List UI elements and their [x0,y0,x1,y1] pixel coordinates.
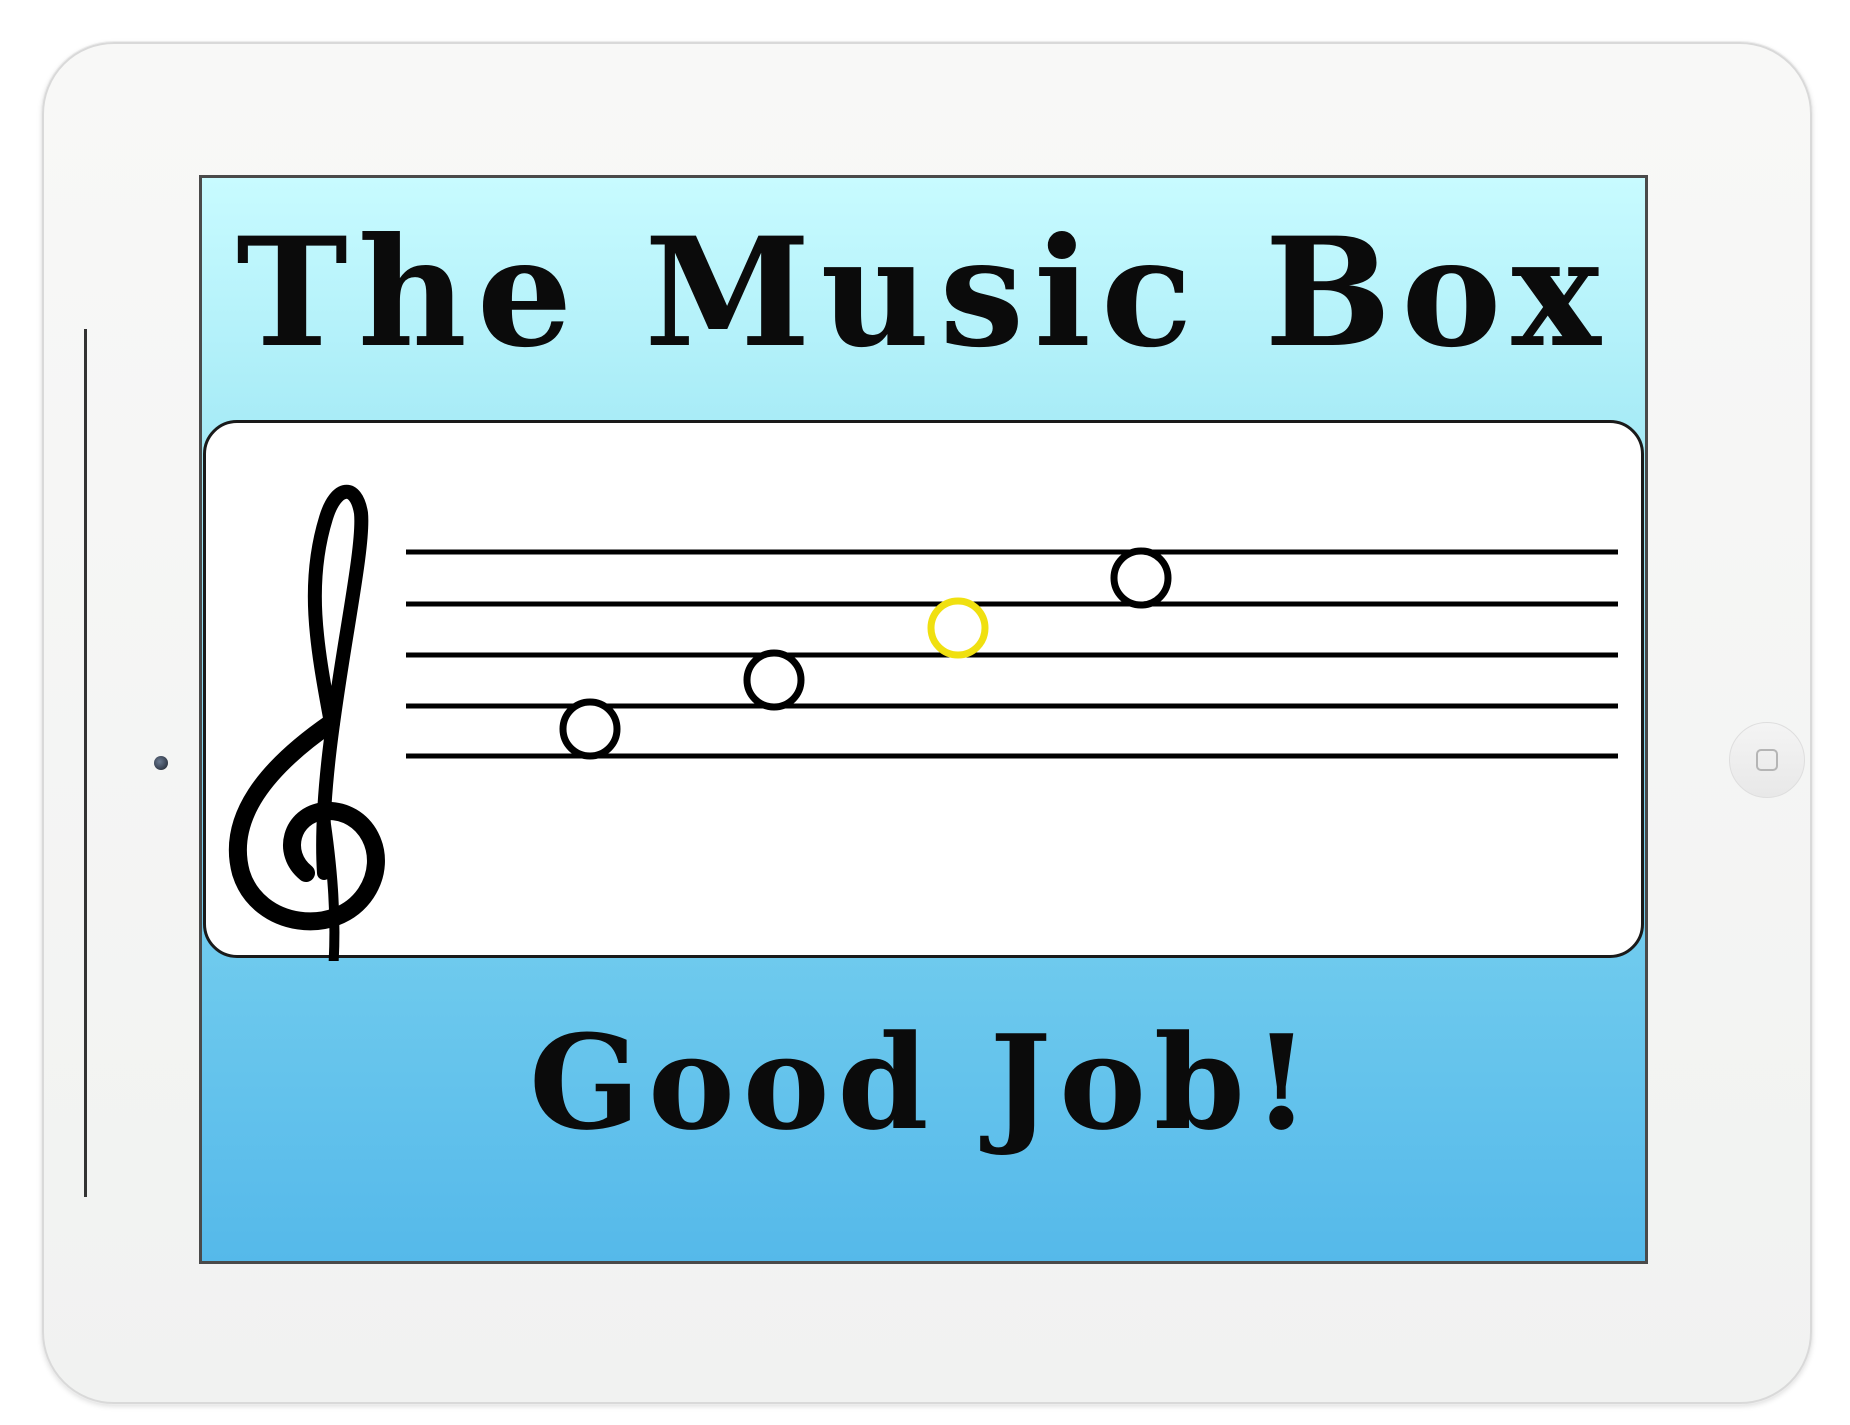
treble-clef-icon [228,484,385,961]
app-screen: The Music Box Good Job! [199,175,1648,1264]
music-staff [228,484,1618,961]
note-1[interactable] [559,698,621,760]
tablet-side-edge [84,329,87,1197]
camera-icon [154,756,168,770]
note-2[interactable] [743,649,805,711]
staff-card [203,420,1644,961]
home-square-icon [1756,749,1778,771]
note-3-highlighted[interactable] [927,597,989,659]
home-button[interactable] [1729,722,1805,798]
feedback-message: Good Job! [529,1006,1318,1159]
app-title: The Music Box [236,205,1611,381]
note-4[interactable] [1110,547,1172,609]
